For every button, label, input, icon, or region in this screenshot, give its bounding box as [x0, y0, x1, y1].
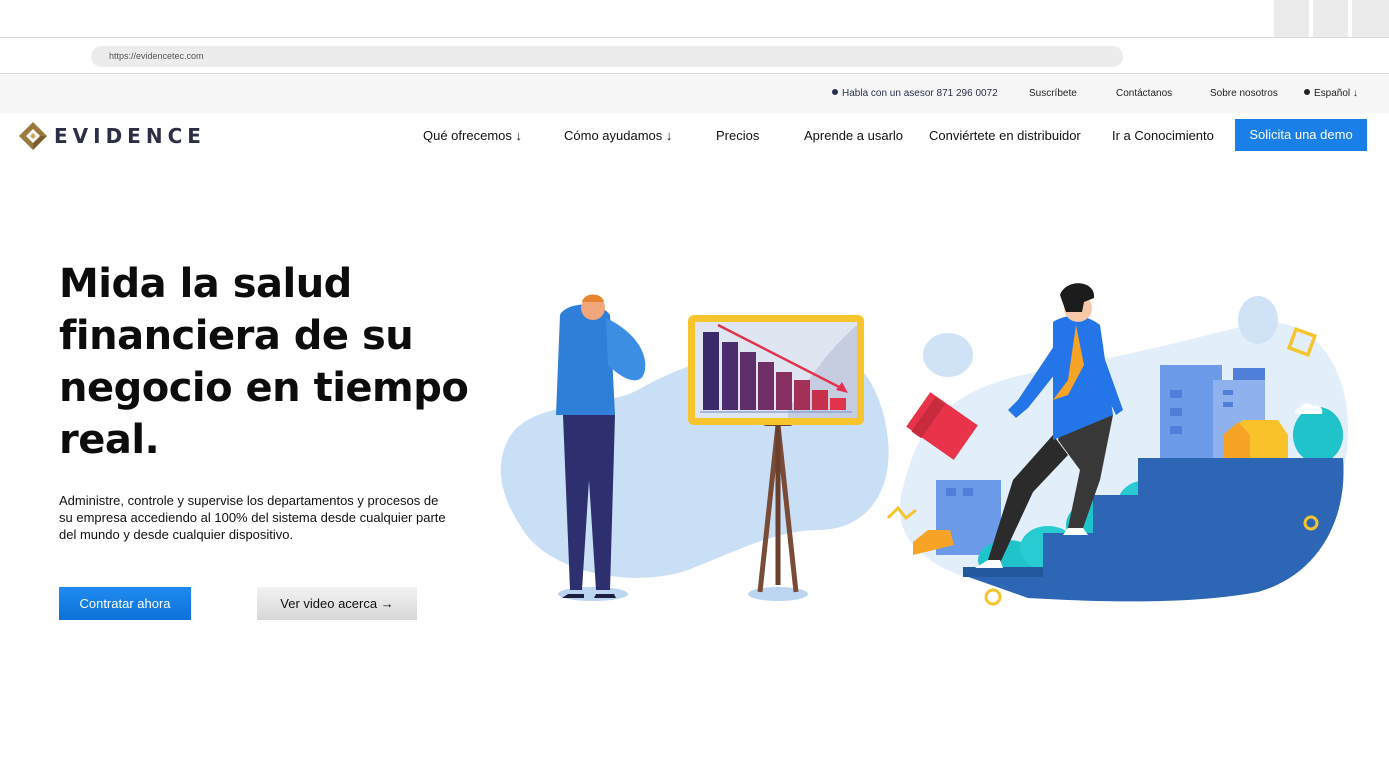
logo-mark-icon	[19, 122, 47, 150]
browser-toolbar: https://evidencetec.com	[0, 38, 1389, 74]
watch-video-button[interactable]: Ver video acerca →	[257, 587, 417, 620]
about-link[interactable]: Sobre nosotros	[1210, 75, 1278, 113]
advisor-phone: 871 296 0072	[936, 88, 998, 99]
nav-item-conocimiento[interactable]: Ir a Conocimiento	[1112, 113, 1214, 159]
nav-item-como-ayudamos[interactable]: Cómo ayudamos ↓	[564, 113, 672, 159]
minimize-button[interactable]	[1274, 0, 1309, 37]
hero-title: Mida la salud financiera de su negocio e…	[59, 261, 469, 463]
contact-link[interactable]: Contáctanos	[1116, 75, 1172, 113]
logo[interactable]: EVIDENCE	[18, 121, 206, 151]
language-label: Español ↓	[1314, 88, 1358, 99]
globe-dot-icon	[1304, 89, 1310, 95]
nav-item-distribuidor[interactable]: Conviértete en distribuidor	[929, 113, 1081, 159]
close-button[interactable]	[1352, 0, 1389, 37]
address-bar[interactable]: https://evidencetec.com	[91, 46, 1123, 67]
phone-dot-icon	[832, 89, 838, 95]
language-selector[interactable]: Español ↓	[1304, 75, 1358, 113]
hero-illustration	[500, 283, 1348, 606]
main-nav: EVIDENCE Qué ofrecemos ↓ Cómo ayudamos ↓…	[0, 113, 1389, 159]
nav-item-precios[interactable]: Precios	[716, 113, 759, 159]
hero-description: Administre, controle y supervise los dep…	[59, 493, 446, 542]
browser-titlebar	[0, 0, 1389, 38]
maximize-button[interactable]	[1313, 0, 1348, 37]
hire-now-button[interactable]: Contratar ahora	[59, 587, 191, 620]
logo-text: EVIDENCE	[54, 124, 206, 148]
request-demo-button[interactable]: Solicita una demo	[1235, 119, 1367, 151]
utility-bar: Habla con un asesor 871 296 0072 Suscríb…	[0, 75, 1389, 113]
advisor-label: Habla con un asesor	[842, 88, 934, 99]
subscribe-link[interactable]: Suscríbete	[1029, 75, 1077, 113]
advisor-link[interactable]: Habla con un asesor 871 296 0072	[832, 75, 998, 113]
nav-item-que-ofrecemos[interactable]: Qué ofrecemos ↓	[423, 113, 522, 159]
nav-item-aprende[interactable]: Aprende a usarlo	[804, 113, 903, 159]
